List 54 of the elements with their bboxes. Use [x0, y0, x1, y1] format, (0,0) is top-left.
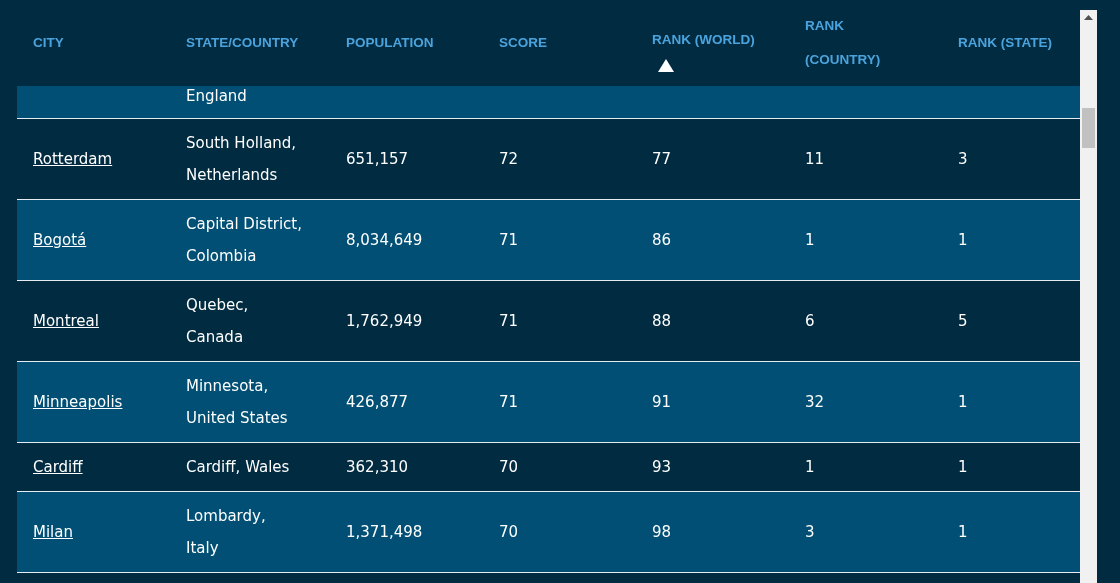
table-cell-text: Lombardy, Italy — [186, 506, 266, 559]
table-cell-text: 88 — [652, 311, 672, 332]
column-header[interactable]: RANK (COUNTRY) — [805, 9, 917, 77]
table-cell-text: 71 — [499, 311, 519, 332]
table-cell-text: 70 — [499, 522, 519, 543]
table-cell-text: 77 — [652, 149, 672, 170]
table-cell-text: 1,371,498 — [346, 522, 423, 543]
table-cell-text: 1 — [958, 522, 968, 543]
table-cell-text: 1 — [958, 457, 968, 478]
table-cell-text: 8,034,649 — [346, 230, 423, 251]
city-link[interactable]: Rotterdam — [33, 143, 113, 175]
table-cell-text: 1,762,949 — [346, 311, 423, 332]
table-cell-text: Minnesota, United States — [186, 376, 288, 429]
table-cell-text: 1 — [958, 230, 968, 251]
column-header[interactable]: RANK (WORLD) — [652, 22, 764, 57]
table-cell-text: 1 — [805, 230, 815, 251]
table-cell-text: Capital District, Colombia — [186, 214, 302, 267]
scroll-up-icon[interactable] — [1084, 15, 1093, 20]
table-cell-text: 3 — [805, 522, 815, 543]
table-cell-text: 70 — [499, 457, 519, 478]
table-cell-text: Cardiff, Wales — [186, 457, 290, 478]
column-header[interactable]: SCORE — [499, 26, 611, 60]
city-link[interactable]: Montreal — [33, 305, 99, 337]
table-cell-text: 3 — [958, 149, 968, 170]
table-cell-text: 6 — [805, 311, 815, 332]
city-link[interactable]: Milan — [33, 516, 73, 548]
table-cell-text: 98 — [652, 522, 672, 543]
scrollbar[interactable] — [1080, 10, 1097, 583]
column-header[interactable]: STATE/COUNTRY — [186, 26, 298, 60]
table-cell-text: 5 — [958, 311, 968, 332]
scroll-thumb[interactable] — [1082, 108, 1095, 148]
table-cell-text: 1 — [805, 457, 815, 478]
table-cell-text: 72 — [499, 149, 519, 170]
city-link[interactable]: Bogotá — [33, 224, 87, 256]
table-cell-text: 71 — [499, 392, 519, 413]
table-cell-text: 93 — [652, 457, 672, 478]
table-cell-text: 11 — [805, 149, 825, 170]
table-cell-text: 426,877 — [346, 392, 409, 413]
sort-ascending-icon[interactable] — [658, 58, 674, 72]
city-link[interactable]: Minneapolis — [33, 386, 123, 418]
table-cell-text: 362,310 — [346, 457, 409, 478]
table-cell-text: 86 — [652, 230, 672, 251]
table-cell-text: South Holland, Netherlands — [186, 133, 297, 186]
table-cell-text: 32 — [805, 392, 825, 413]
table-cell-text: 91 — [652, 392, 672, 413]
table-cell-text: England — [186, 86, 247, 107]
table-cell-text: Quebec, Canada — [186, 295, 249, 348]
table-cell-text: 71 — [499, 230, 519, 251]
column-header[interactable]: RANK (STATE) — [958, 26, 1074, 60]
column-header[interactable]: POPULATION — [346, 26, 458, 60]
table-cell-text: 651,157 — [346, 149, 409, 170]
column-header[interactable]: CITY — [33, 26, 145, 60]
city-link[interactable]: Cardiff — [33, 451, 83, 483]
table-cell-text: 1 — [958, 392, 968, 413]
